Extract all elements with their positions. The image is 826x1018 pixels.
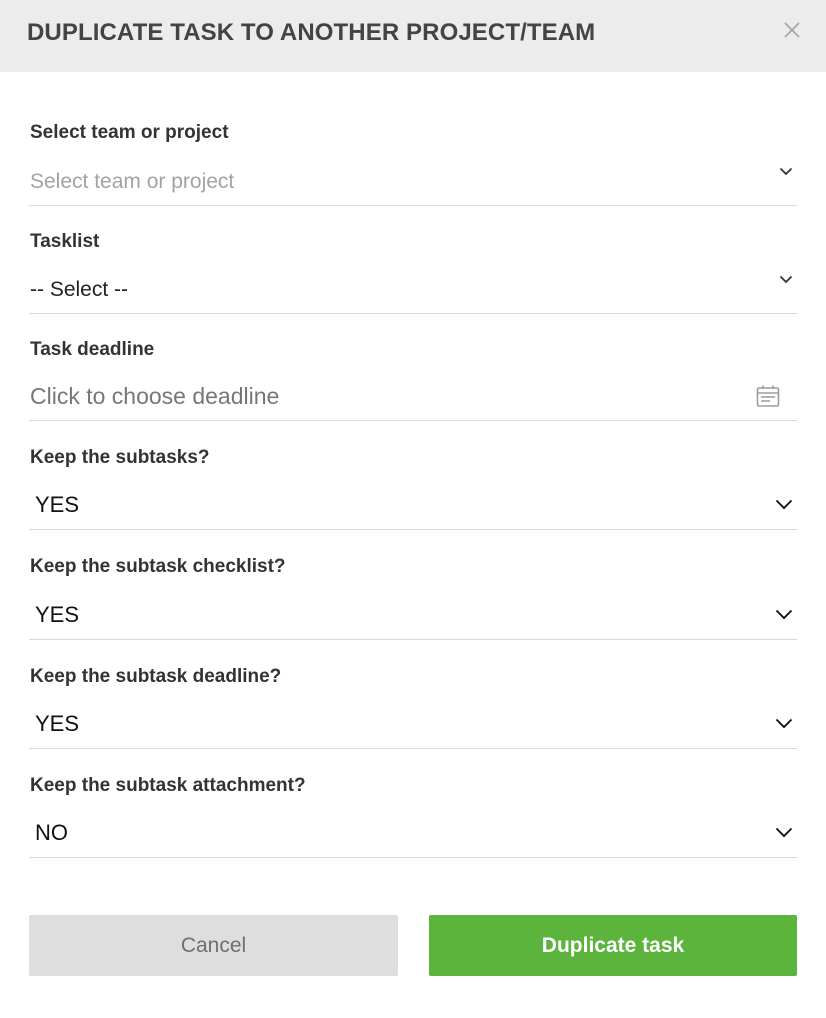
deadline-placeholder: Click to choose deadline [30, 383, 280, 409]
keep-deadline-value: YES [35, 711, 80, 736]
tasklist-label: Tasklist [30, 231, 100, 252]
chevron-down-icon [775, 718, 793, 729]
keep-checklist-label: Keep the subtask checklist? [30, 556, 286, 577]
deadline-input[interactable]: Click to choose deadline [29, 371, 797, 421]
keep-attachment-select[interactable]: NO [29, 808, 797, 858]
chevron-down-icon [779, 275, 793, 284]
team-project-placeholder: Select team or project [30, 170, 235, 193]
tasklist-value: -- Select -- [30, 278, 129, 301]
cancel-button[interactable]: Cancel [29, 915, 398, 976]
keep-attachment-label: Keep the subtask attachment? [30, 775, 306, 796]
dialog-header: DUPLICATE TASK TO ANOTHER PROJECT/TEAM [0, 0, 826, 72]
keep-subtasks-select[interactable]: YES [29, 480, 797, 530]
team-project-select[interactable]: Select team or project [29, 156, 797, 206]
close-button[interactable] [782, 18, 802, 42]
chevron-down-icon [775, 609, 793, 620]
duplicate-task-button[interactable]: Duplicate task [429, 915, 797, 976]
chevron-down-icon [775, 499, 793, 510]
keep-subtasks-value: YES [35, 492, 80, 517]
team-project-label: Select team or project [30, 122, 229, 143]
keep-checklist-value: YES [35, 602, 80, 627]
calendar-icon[interactable] [756, 384, 780, 408]
keep-checklist-select[interactable]: YES [29, 590, 797, 640]
chevron-down-icon [775, 827, 793, 838]
tasklist-select[interactable]: -- Select -- [29, 264, 797, 314]
dialog-title: DUPLICATE TASK TO ANOTHER PROJECT/TEAM [27, 19, 596, 46]
keep-deadline-select[interactable]: YES [29, 699, 797, 749]
keep-subtasks-label: Keep the subtasks? [30, 447, 210, 468]
deadline-label: Task deadline [30, 339, 155, 360]
keep-deadline-label: Keep the subtask deadline? [30, 666, 282, 687]
keep-attachment-value: NO [35, 820, 68, 845]
close-icon [784, 22, 800, 38]
chevron-down-icon [779, 167, 793, 176]
